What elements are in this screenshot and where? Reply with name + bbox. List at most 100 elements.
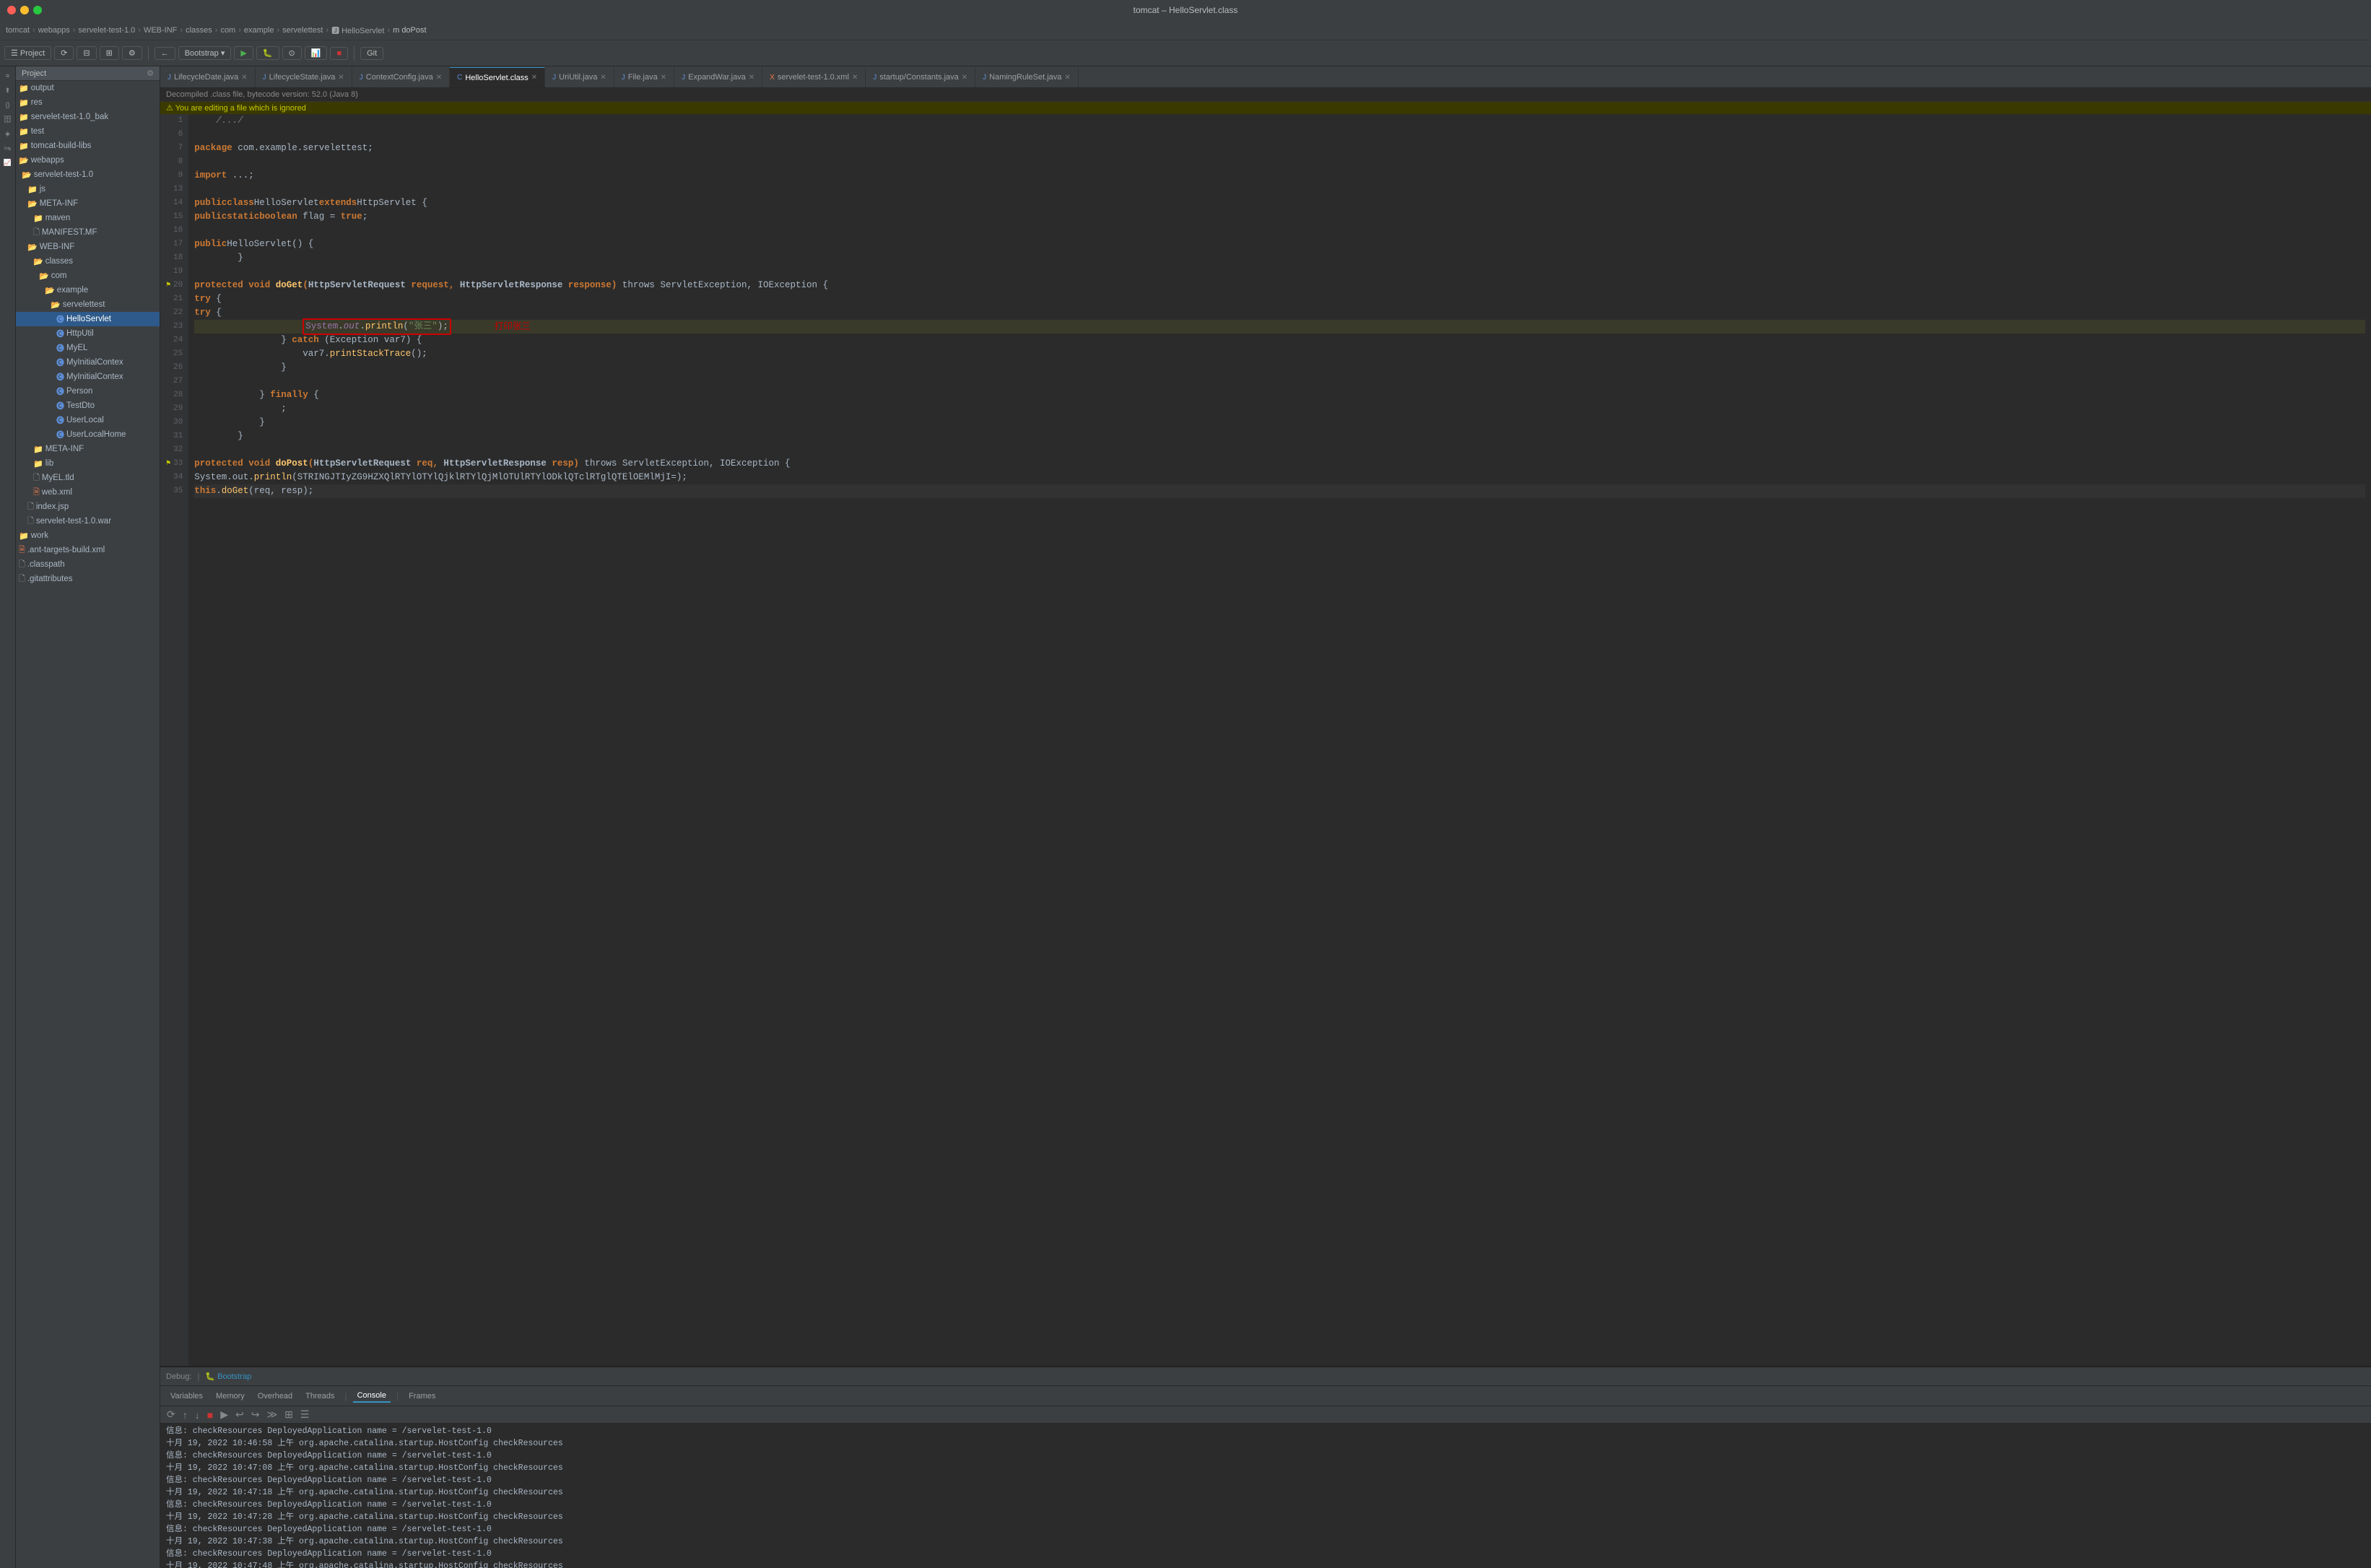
structure-icon[interactable]: ≡	[1, 69, 14, 82]
bt-undo[interactable]: ↩	[233, 1408, 246, 1421]
panel-gear-icon[interactable]: ⚙	[147, 69, 154, 78]
tree-item[interactable]: 📁res	[16, 95, 160, 110]
file-tab-close[interactable]: ✕	[600, 74, 606, 82]
tree-item[interactable]: 🅒HelloServlet	[16, 312, 160, 326]
bottom-tab-variables[interactable]: Variables	[166, 1390, 207, 1402]
tree-item[interactable]: 🅒UserLocalHome	[16, 427, 160, 442]
close-button[interactable]	[7, 6, 16, 14]
tree-item[interactable]: 📁maven	[16, 211, 160, 225]
debug-btn[interactable]: 🐛	[256, 46, 279, 60]
tree-item[interactable]: 📁tomcat-build-libs	[16, 139, 160, 153]
bt-stop[interactable]: ■	[205, 1408, 215, 1421]
breadcrumb-classes[interactable]: classes	[186, 26, 212, 35]
bt-next[interactable]: ≫	[264, 1408, 279, 1421]
bt-down[interactable]: ↓	[193, 1408, 202, 1421]
tree-item[interactable]: 📁js	[16, 182, 160, 196]
tree-item[interactable]: 📂servelet-test-1.0	[16, 167, 160, 182]
debug-session[interactable]: 🐛 Bootstrap	[205, 1372, 251, 1381]
bt-menu[interactable]: ☰	[298, 1408, 312, 1421]
file-tab[interactable]: J UriUtil.java ✕	[545, 67, 614, 87]
run-btn[interactable]: ▶	[234, 46, 253, 60]
breadcrumb-webinf[interactable]: WEB-INF	[144, 26, 177, 35]
breadcrumb-dopost[interactable]: m doPost	[393, 26, 426, 35]
bt-up[interactable]: ↑	[180, 1408, 190, 1421]
frames-tab[interactable]: Frames	[404, 1390, 440, 1402]
file-tab-close[interactable]: ✕	[661, 74, 666, 82]
pull-requests-icon[interactable]: ⬆	[1, 84, 14, 97]
tree-item[interactable]: 🗋index.jsp	[16, 500, 160, 514]
profile-btn[interactable]: 📊	[305, 46, 328, 60]
bt-redo[interactable]: ↪	[249, 1408, 262, 1421]
tree-item[interactable]: 🗋.classpath	[16, 557, 160, 572]
breadcrumb-com[interactable]: com	[220, 26, 235, 35]
settings-btn[interactable]: ⚙	[122, 46, 142, 60]
tree-item[interactable]: 🗋MANIFEST.MF	[16, 225, 160, 240]
tree-item[interactable]: 🅒HttpUtil	[16, 326, 160, 341]
bottom-tab-memory[interactable]: Memory	[212, 1390, 249, 1402]
file-tab-close[interactable]: ✕	[338, 74, 344, 82]
tree-item[interactable]: 🗋.gitattributes	[16, 572, 160, 586]
breadcrumb-webapps[interactable]: webapps	[38, 26, 70, 35]
tree-item[interactable]: 📂com	[16, 269, 160, 283]
tree-item[interactable]: 📂example	[16, 283, 160, 297]
file-tab[interactable]: C HelloServlet.class ✕	[450, 67, 545, 87]
tree-item[interactable]: 🅒MyInitialContex	[16, 370, 160, 384]
file-tab-close[interactable]: ✕	[852, 74, 858, 82]
tree-item[interactable]: 📁output	[16, 81, 160, 95]
tree-item[interactable]: 📁servelet-test-1.0_bak	[16, 110, 160, 124]
bottom-tab-threads[interactable]: Threads	[301, 1390, 339, 1402]
code-editor[interactable]: 1678913141516171819⚑ 2021222324252627282…	[160, 114, 2371, 1366]
tree-item[interactable]: 📂WEB-INF	[16, 240, 160, 254]
file-tab[interactable]: X servelet-test-1.0.xml ✕	[762, 67, 866, 87]
breadcrumb-servelettest[interactable]: servelettest	[282, 26, 323, 35]
tree-item[interactable]: 🗎web.xml	[16, 485, 160, 500]
breadcrumb-example[interactable]: example	[244, 26, 274, 35]
console-tab[interactable]: Console	[353, 1390, 391, 1403]
tree-item[interactable]: 📂META-INF	[16, 196, 160, 211]
tree-item[interactable]: 🅒TestDto	[16, 398, 160, 413]
file-tab-close[interactable]: ✕	[1064, 74, 1070, 82]
bt-resume[interactable]: ▶	[218, 1408, 230, 1421]
tree-item[interactable]: 🅒MyInitialContex	[16, 355, 160, 370]
bt-grid[interactable]: ⊞	[282, 1408, 295, 1421]
bootstrap-btn[interactable]: Bootstrap ▾	[178, 46, 232, 60]
tree-item[interactable]: 📁test	[16, 124, 160, 139]
stop-btn[interactable]: ■	[330, 47, 348, 60]
file-tab-close[interactable]: ✕	[749, 74, 754, 82]
breadcrumb-helloservlet[interactable]: 🅹 HelloServlet	[331, 25, 384, 36]
tree-item[interactable]: 🗎.ant-targets-build.xml	[16, 543, 160, 557]
breadcrumb-tomcat[interactable]: tomcat	[6, 26, 30, 35]
collapse-btn[interactable]: ⊟	[77, 46, 96, 60]
tree-item[interactable]: 📁META-INF	[16, 442, 160, 456]
json-parser-icon[interactable]: {}	[1, 98, 14, 111]
file-tab[interactable]: J ContextConfig.java ✕	[352, 67, 450, 87]
file-tab[interactable]: J LifecycleState.java ✕	[256, 67, 352, 87]
expand-btn[interactable]: ⊞	[100, 46, 119, 60]
file-tab-close[interactable]: ✕	[241, 74, 247, 82]
tree-item[interactable]: 📁work	[16, 528, 160, 543]
tree-item[interactable]: 🗋servelet-test-1.0.war	[16, 514, 160, 528]
tree-item[interactable]: 📁lib	[16, 456, 160, 471]
git-btn[interactable]: Git	[360, 47, 383, 60]
tree-item[interactable]: 🅒Person	[16, 384, 160, 398]
minimize-button[interactable]	[20, 6, 29, 14]
sync-btn[interactable]: ⟳	[54, 46, 74, 60]
file-tab[interactable]: J ExpandWar.java ✕	[674, 67, 762, 87]
database-icon[interactable]: 🗄	[1, 113, 14, 126]
big-data-icon[interactable]: 📈	[1, 156, 14, 169]
tree-item[interactable]: 🗋MyEL.tld	[16, 471, 160, 485]
file-tab[interactable]: J File.java ✕	[614, 67, 674, 87]
file-tab[interactable]: J NamingRuleSet.java ✕	[975, 67, 1079, 87]
ant-icon[interactable]: 🐜	[1, 141, 14, 154]
navigate-back[interactable]: ←	[155, 47, 175, 60]
tree-item[interactable]: 📂webapps	[16, 153, 160, 167]
tree-item[interactable]: 🅒UserLocal	[16, 413, 160, 427]
file-tab-close[interactable]: ✕	[962, 74, 967, 82]
maximize-button[interactable]	[33, 6, 42, 14]
tree-item[interactable]: 🅒MyEL	[16, 341, 160, 355]
file-tab[interactable]: J startup/Constants.java ✕	[866, 67, 975, 87]
tree-item[interactable]: 📂servelettest	[16, 297, 160, 312]
file-tab[interactable]: J LifecycleDate.java ✕	[160, 67, 256, 87]
tree-item[interactable]: 📂classes	[16, 254, 160, 269]
bottom-tab-overhead[interactable]: Overhead	[253, 1390, 297, 1402]
